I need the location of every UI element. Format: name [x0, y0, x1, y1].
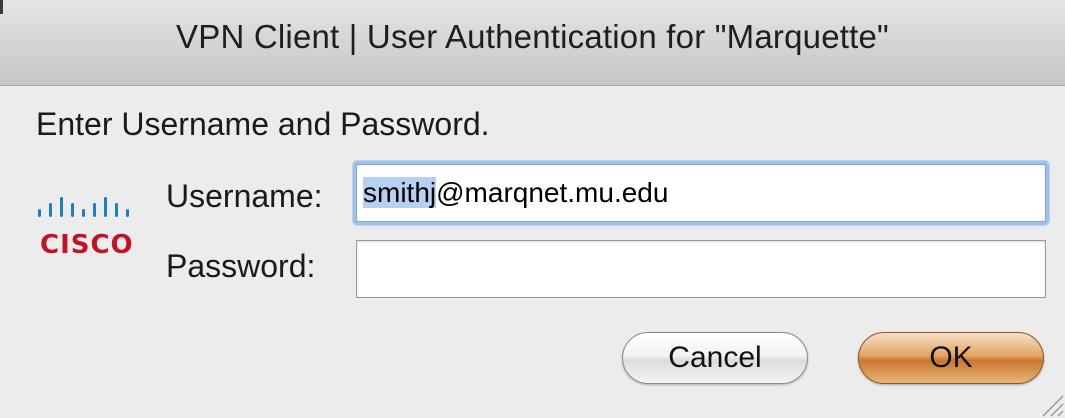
window-title: VPN Client | User Authentication for "Ma…	[176, 18, 889, 55]
window-corner-mark	[0, 0, 3, 14]
password-input[interactable]	[356, 240, 1046, 298]
resize-grip-icon[interactable]	[1037, 390, 1065, 418]
username-input[interactable]: smithj@marqnet.mu.edu	[356, 164, 1046, 222]
dialog-prompt: Enter Username and Password.	[36, 106, 490, 142]
cancel-button[interactable]: Cancel	[622, 332, 808, 384]
cisco-bridge-bars	[38, 197, 129, 217]
username-selected-text: smithj	[363, 177, 437, 208]
vpn-auth-dialog: VPN Client | User Authentication for "Ma…	[0, 0, 1065, 418]
cisco-logo-text: CISCO	[40, 230, 134, 260]
username-text: @marqnet.mu.edu	[436, 177, 669, 208]
username-label: Username:	[166, 178, 323, 214]
title-bar[interactable]: VPN Client | User Authentication for "Ma…	[0, 0, 1065, 86]
password-label: Password:	[166, 248, 316, 284]
ok-button[interactable]: OK	[858, 332, 1044, 384]
